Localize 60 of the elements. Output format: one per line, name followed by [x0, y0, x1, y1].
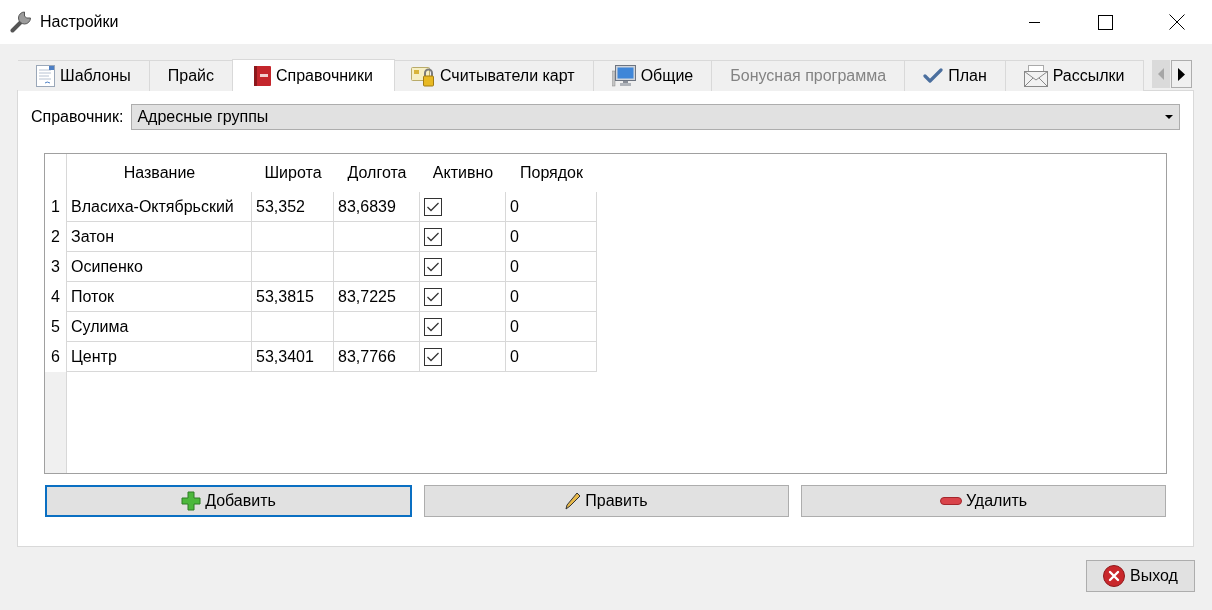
minus-icon [939, 497, 962, 505]
column-header: Порядок [519, 163, 584, 183]
table-cell: Сулима [67, 312, 252, 342]
close-icon [1168, 14, 1185, 30]
column-header: Широта [263, 163, 323, 183]
tab[interactable]: План [904, 60, 1006, 91]
envelope-icon [1023, 65, 1048, 87]
table-cell: Осипенко [67, 252, 252, 282]
checkbox[interactable] [424, 347, 442, 366]
table-cell: 83,7766 [334, 342, 420, 372]
window-title: Настройки [40, 12, 119, 32]
book-icon [254, 65, 271, 86]
table-cell: 53,3815 [252, 282, 334, 312]
table-cell: Власиха-Октябрьский [67, 192, 252, 222]
table-cell: 0 [506, 252, 597, 282]
close-circle-icon [1103, 565, 1126, 587]
column-header: Активно [431, 163, 495, 183]
table-cell: 83,7225 [334, 282, 420, 312]
tab[interactable]: Общие [592, 60, 713, 91]
card-lock-icon [410, 65, 435, 87]
column-header: Название [122, 163, 197, 183]
table-cell: Затон [67, 222, 252, 252]
table-cell: 0 [506, 282, 597, 312]
tab[interactable]: Справочники [232, 59, 395, 91]
table-cell: 53,352 [252, 192, 334, 222]
column-header: Долгота [346, 163, 408, 183]
left-arrow-icon [1158, 68, 1164, 80]
document-icon [36, 65, 55, 87]
field-label: Справочник: [31, 107, 124, 127]
checkbox[interactable] [424, 197, 442, 216]
table-cell: 83,6839 [334, 192, 420, 222]
plus-icon [181, 491, 202, 511]
table-cell: 0 [506, 312, 597, 342]
delete-button[interactable]: Удалить [801, 485, 1166, 517]
maximize-icon [1098, 14, 1113, 30]
table-cell: Центр [67, 342, 252, 372]
table-cell: 0 [506, 342, 597, 372]
checkbox[interactable] [424, 317, 442, 336]
tab[interactable]: Шаблоны [18, 60, 150, 91]
minimize-icon [1029, 21, 1040, 23]
checkbox[interactable] [424, 287, 442, 306]
table-cell: 53,3401 [252, 342, 334, 372]
check-icon [923, 68, 944, 84]
table-cell: Поток [67, 282, 252, 312]
reference-dropdown[interactable]: Адресные группы [131, 104, 1180, 130]
table-cell: 0 [506, 192, 597, 222]
monitor-icon [611, 65, 636, 87]
tab-scroll-right-button[interactable] [1171, 60, 1192, 88]
checkbox[interactable] [424, 227, 442, 246]
table-cell: 0 [506, 222, 597, 252]
wrench-icon [10, 11, 32, 33]
exit-button[interactable]: Выход [1086, 560, 1195, 592]
dropdown-caret-icon [1165, 115, 1173, 119]
add-button[interactable]: Добавить [45, 485, 412, 517]
checkbox[interactable] [424, 257, 442, 276]
tab[interactable]: Рассылки [1004, 60, 1144, 91]
tab[interactable]: Прайс [148, 60, 233, 91]
right-arrow-icon [1178, 67, 1185, 81]
edit-button[interactable]: Править [424, 485, 789, 517]
pencil-icon [565, 492, 582, 510]
